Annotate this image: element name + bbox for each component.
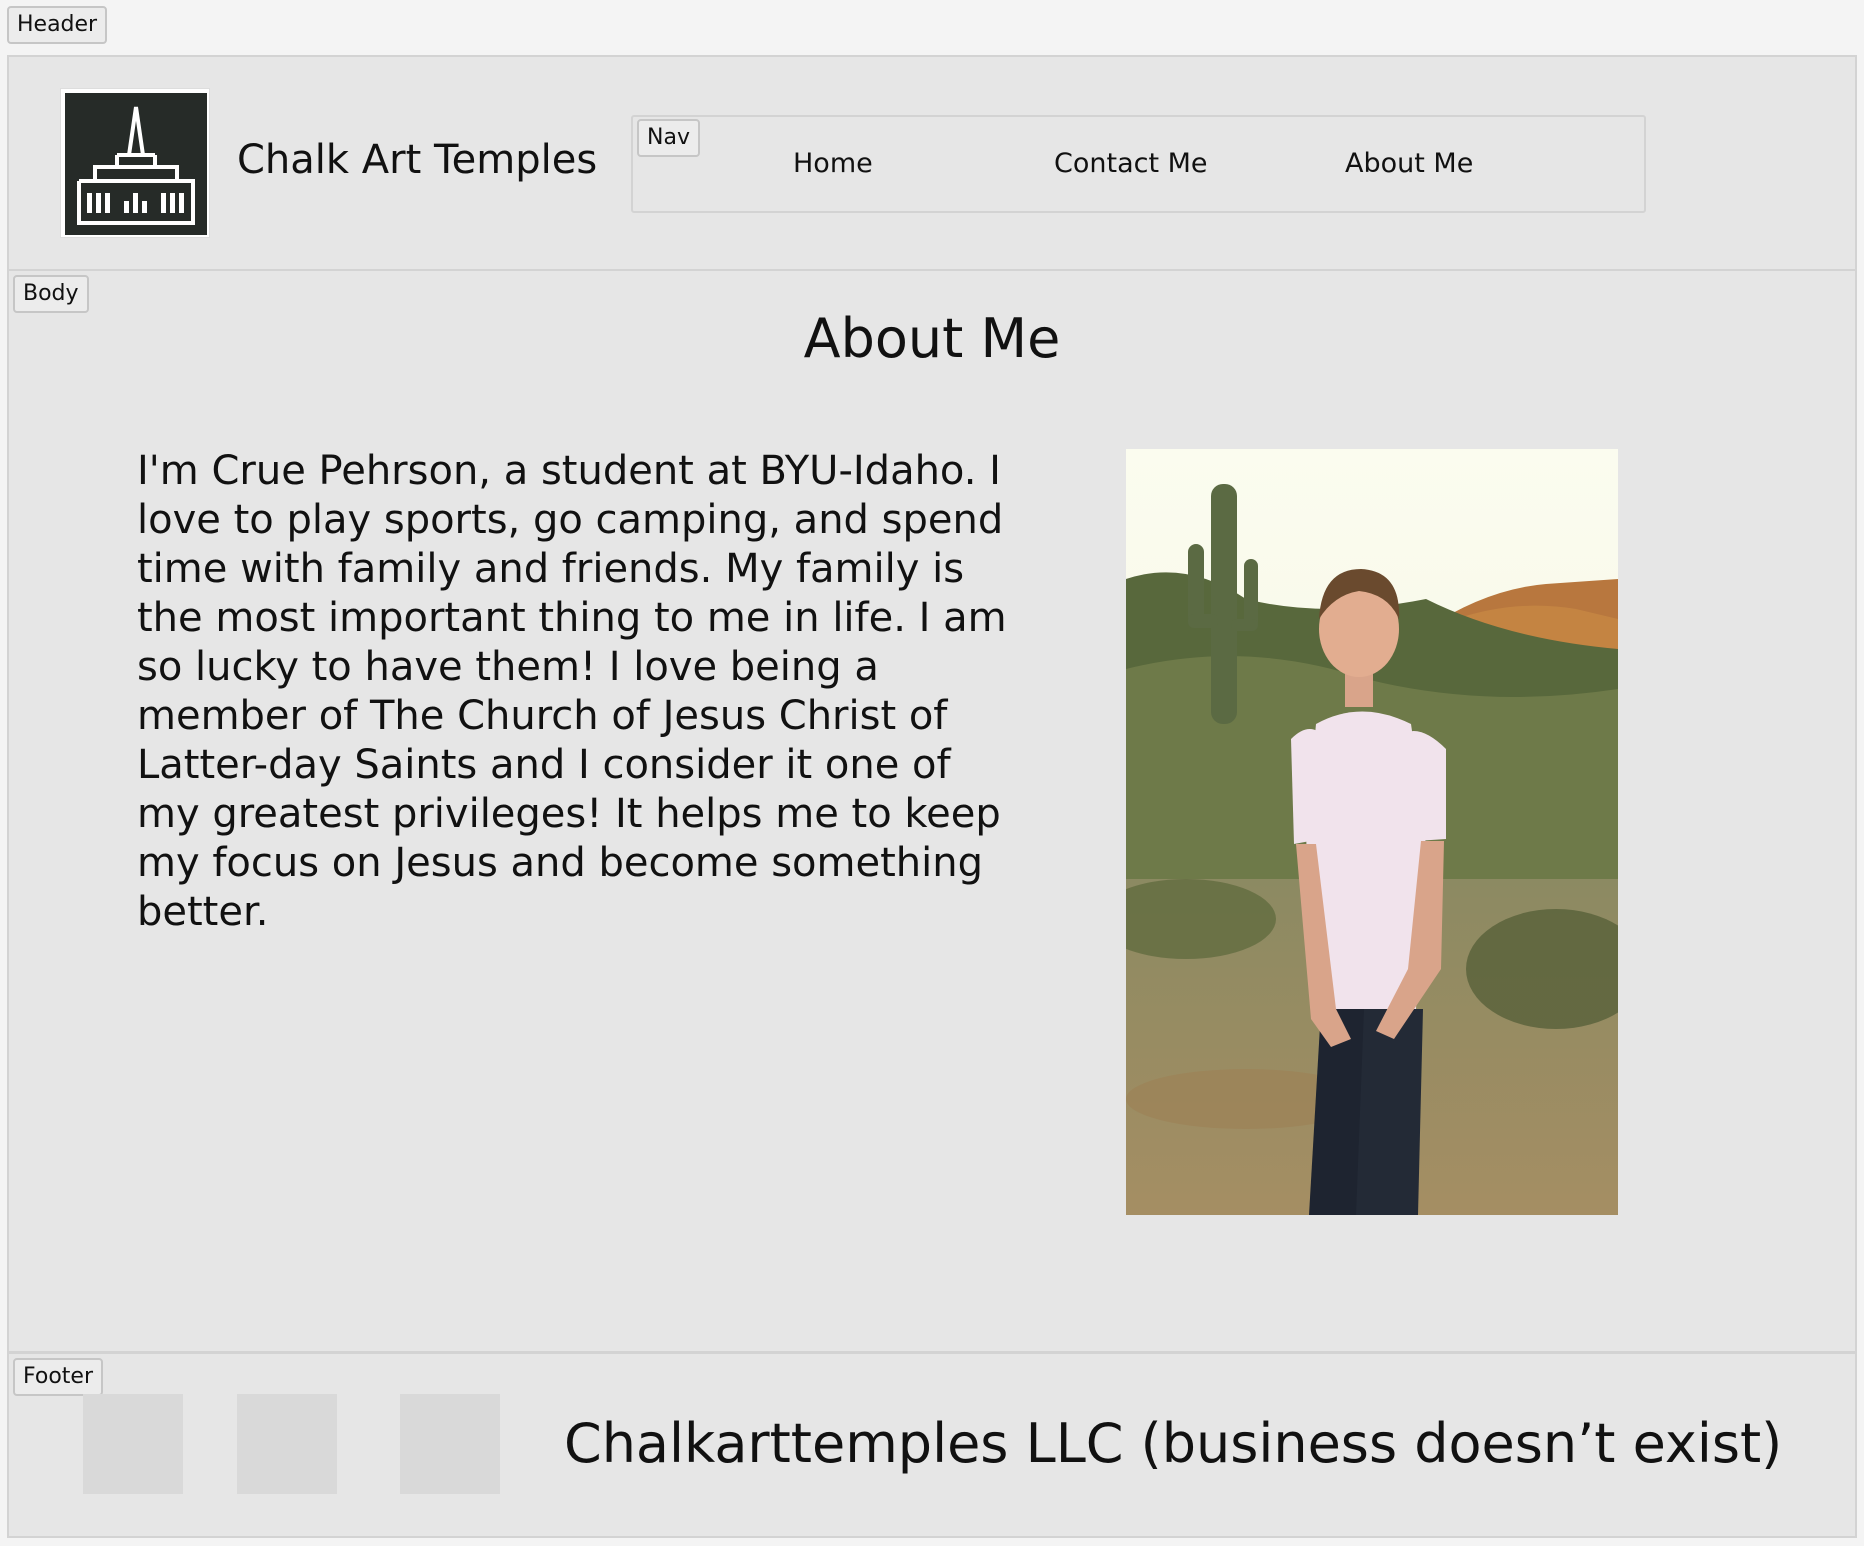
- page-title: About Me: [803, 307, 1061, 370]
- nav-label: Nav: [637, 119, 700, 157]
- social-link-placeholder[interactable]: [83, 1394, 183, 1494]
- nav-home[interactable]: Home: [793, 148, 873, 179]
- bio-text: I'm Crue Pehrson, a student at BYU-Idaho…: [137, 448, 1007, 935]
- header: Chalk Art Temples Nav Home Contact Me Ab…: [7, 55, 1857, 271]
- nav: Nav Home Contact Me About Me: [631, 115, 1646, 213]
- nav-contact-me[interactable]: Contact Me: [1054, 148, 1208, 179]
- nav-about-me[interactable]: About Me: [1345, 148, 1473, 179]
- footer: Footer Chalkarttemples LLC (business doe…: [7, 1352, 1857, 1538]
- temple-icon: [65, 93, 207, 235]
- copyright-text: Chalkarttemples LLC (business doesn’t ex…: [564, 1412, 1783, 1475]
- header-label: Header: [7, 6, 108, 44]
- temple-logo[interactable]: [60, 88, 210, 238]
- social-link-placeholder[interactable]: [400, 1394, 500, 1494]
- site-title: Chalk Art Temples: [237, 137, 598, 183]
- footer-label: Footer: [13, 1358, 103, 1396]
- profile-photo: [1126, 449, 1618, 1215]
- social-link-placeholder[interactable]: [237, 1394, 337, 1494]
- body: Body About Me I'm Crue Pehrson, a studen…: [7, 271, 1857, 1353]
